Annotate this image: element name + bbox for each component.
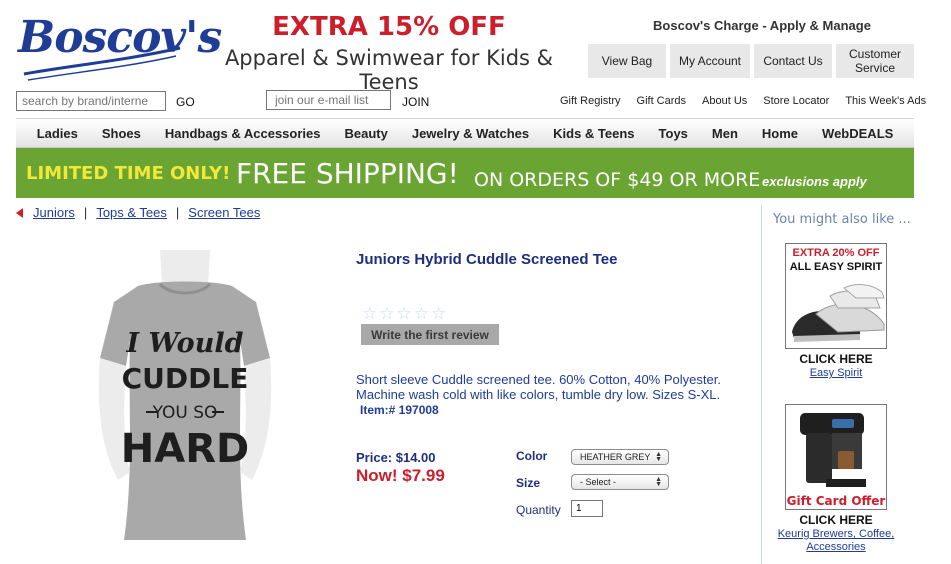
original-price: Price: $14.00 xyxy=(356,450,436,465)
tshirt-on-mannequin-icon: I Would CUDDLE YOU SO HARD xyxy=(98,250,272,540)
sidebar-divider xyxy=(761,205,762,564)
category-kids-teens[interactable]: Kids & Teens xyxy=(541,126,646,141)
gift-cards-link[interactable]: Gift Cards xyxy=(637,95,687,107)
breadcrumb-tops-tees[interactable]: Tops & Tees xyxy=(96,205,167,220)
item-number: Item:# 197008 xyxy=(360,403,439,417)
easy-spirit-link[interactable]: Easy Spirit xyxy=(785,367,887,379)
category-ladies[interactable]: Ladies xyxy=(25,126,90,141)
view-bag-button[interactable]: View Bag xyxy=(588,44,666,78)
category-men[interactable]: Men xyxy=(700,126,750,141)
easy-spirit-ad[interactable]: EXTRA 20% OFF ALL EASY SPIRIT xyxy=(785,243,887,349)
shirt-line-4: HARD xyxy=(121,426,249,472)
my-account-button[interactable]: My Account xyxy=(670,44,750,78)
email-join-button[interactable]: JOIN xyxy=(402,95,429,109)
color-select-value: HEATHER GREY xyxy=(580,452,651,462)
banner-exclusions: exclusions apply xyxy=(762,174,867,189)
category-beauty[interactable]: Beauty xyxy=(332,126,399,141)
breadcrumb-separator: | xyxy=(83,205,88,220)
promo-subline[interactable]: Apparel & Swimwear for Kids & Teens xyxy=(200,46,578,94)
gift-card-ad[interactable]: Gift Card Offer xyxy=(785,404,887,510)
promo-headline[interactable]: EXTRA 15% OFF xyxy=(200,12,578,42)
color-select[interactable]: HEATHER GREY ▲ ▼ xyxy=(571,449,669,465)
write-review-button[interactable]: Write the first review xyxy=(361,324,499,345)
contact-us-button[interactable]: Contact Us xyxy=(754,44,832,78)
product-description: Short sleeve Cuddle screened tee. 60% Co… xyxy=(356,372,721,402)
free-shipping-banner[interactable]: LIMITED TIME ONLY! FREE SHIPPING! ON ORD… xyxy=(16,148,914,198)
shirt-line-3: YOU SO xyxy=(152,403,218,423)
product-title: Juniors Hybrid Cuddle Screened Tee xyxy=(356,251,618,268)
star-empty-icon: ☆ xyxy=(379,304,395,323)
breadcrumb: Juniors | Tops & Tees | Screen Tees xyxy=(16,205,260,220)
breadcrumb-separator: | xyxy=(175,205,180,220)
size-select-value: - Select - xyxy=(580,477,617,487)
breadcrumb-juniors[interactable]: Juniors xyxy=(33,205,75,220)
search-go-button[interactable]: GO xyxy=(176,95,195,109)
star-empty-icon: ☆ xyxy=(396,304,412,323)
category-jewelry[interactable]: Jewelry & Watches xyxy=(400,126,541,141)
banner-free-shipping: FREE SHIPPING! xyxy=(236,157,459,190)
logo-text: Boscov's xyxy=(18,12,222,63)
sale-price: Now! $7.99 xyxy=(356,466,445,485)
ad2-cta[interactable]: CLICK HERE xyxy=(781,513,891,527)
boscovs-logo[interactable]: Boscov's xyxy=(18,8,222,84)
keurig-link[interactable]: Keurig Brewers, Coffee, Accessories xyxy=(776,528,896,554)
ad1-cta[interactable]: CLICK HERE xyxy=(785,352,887,366)
email-signup-input[interactable] xyxy=(266,90,391,110)
weekly-ads-link[interactable]: This Week's Ads xyxy=(845,95,926,107)
ad1-headline: EXTRA 20% OFF xyxy=(792,247,880,259)
category-toys[interactable]: Toys xyxy=(647,126,700,141)
gift-registry-link[interactable]: Gift Registry xyxy=(560,95,621,107)
rating-stars[interactable]: ☆ ☆ ☆ ☆ ☆ xyxy=(362,304,447,323)
store-locator-link[interactable]: Store Locator xyxy=(763,95,829,107)
back-arrow-icon[interactable] xyxy=(16,207,23,218)
select-arrows-icon: ▲ ▼ xyxy=(655,476,662,488)
search-input[interactable] xyxy=(16,91,166,111)
top-nav: View Bag My Account Contact Us Customer … xyxy=(588,44,914,78)
product-image[interactable]: I Would CUDDLE YOU SO HARD xyxy=(60,240,310,552)
breadcrumb-screen-tees[interactable]: Screen Tees xyxy=(188,205,260,220)
category-webdeals[interactable]: WebDEALS xyxy=(810,126,905,141)
star-empty-icon: ☆ xyxy=(413,304,429,323)
banner-limited-time: LIMITED TIME ONLY! xyxy=(26,163,231,184)
color-label: Color xyxy=(516,449,548,463)
utility-links: Gift Registry Gift Cards About Us Store … xyxy=(560,95,926,107)
quantity-label: Quantity xyxy=(516,503,561,517)
shoes-icon xyxy=(792,284,885,342)
size-select[interactable]: - Select - ▲ ▼ xyxy=(571,474,669,490)
shirt-line-2: CUDDLE xyxy=(122,362,249,395)
quantity-input[interactable] xyxy=(571,500,603,517)
shirt-line-1: I Would xyxy=(126,328,244,359)
select-arrows-icon: ▲ ▼ xyxy=(655,451,662,463)
category-home[interactable]: Home xyxy=(750,126,810,141)
category-handbags[interactable]: Handbags & Accessories xyxy=(153,126,333,141)
charge-link[interactable]: Boscov's Charge - Apply & Manage xyxy=(612,18,912,33)
category-shoes[interactable]: Shoes xyxy=(90,126,153,141)
customer-service-button[interactable]: Customer Service xyxy=(836,44,914,78)
might-also-like-heading: You might also like ... xyxy=(773,212,911,227)
star-empty-icon: ☆ xyxy=(431,304,447,323)
size-label: Size xyxy=(516,476,541,490)
ad1-subline: ALL EASY SPIRIT xyxy=(789,261,883,273)
star-empty-icon: ☆ xyxy=(362,304,378,323)
banner-threshold: ON ORDERS OF $49 OR MORE xyxy=(474,169,761,191)
about-us-link[interactable]: About Us xyxy=(702,95,747,107)
ad2-headline: Gift Card Offer xyxy=(786,494,886,508)
keurig-brewer-icon xyxy=(800,413,866,487)
category-nav: Ladies Shoes Handbags & Accessories Beau… xyxy=(16,118,914,148)
